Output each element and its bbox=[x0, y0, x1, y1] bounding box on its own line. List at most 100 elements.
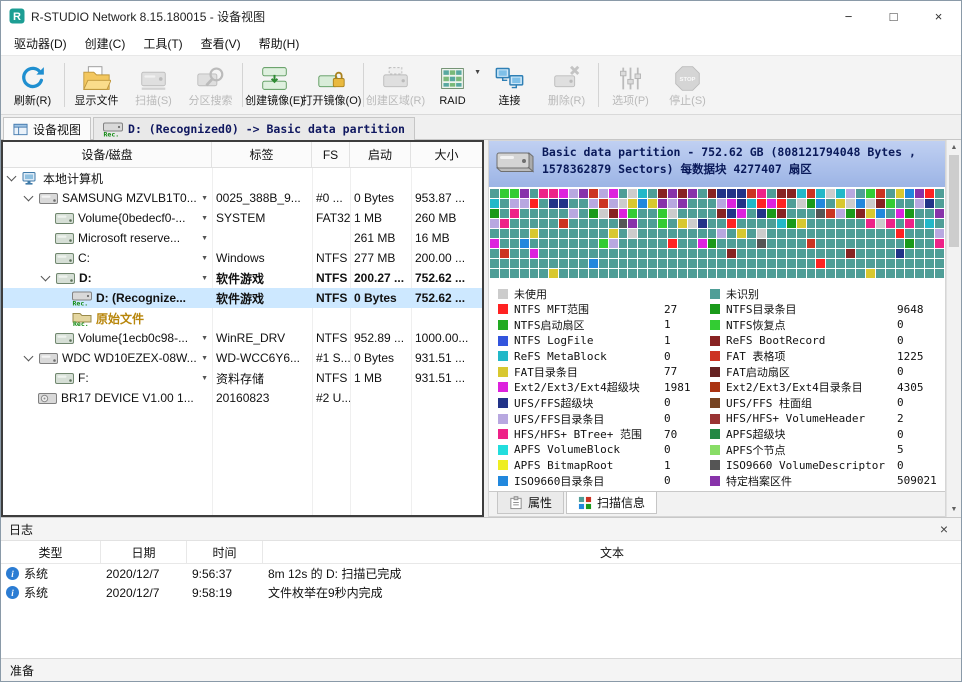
log-close-icon[interactable]: × bbox=[935, 521, 953, 537]
scroll-down-icon[interactable]: ▼ bbox=[947, 502, 961, 517]
tree-column-header-3[interactable]: 启动 bbox=[350, 142, 411, 167]
tree-row-7[interactable]: Rec.D: (Recognize...软件游戏NTFS0 Bytes752.6… bbox=[3, 288, 482, 308]
tree-cell-start: 952.89 ... bbox=[350, 328, 411, 348]
legend-swatch-icon bbox=[710, 336, 720, 346]
legend-count: 0 bbox=[897, 396, 943, 409]
menu-item-5[interactable]: 帮助(H) bbox=[250, 32, 309, 55]
expand-chevron-icon[interactable] bbox=[24, 192, 34, 202]
scan-block-cell bbox=[668, 209, 677, 218]
scan-block-cell bbox=[490, 239, 499, 248]
row-dropdown-icon[interactable]: ▼ bbox=[198, 275, 211, 282]
tree-row-12[interactable]: BR17 DEVICE V1.00 1...20160823#2 U... bbox=[3, 388, 482, 408]
row-dropdown-icon[interactable]: ▼ bbox=[198, 235, 211, 242]
toolbar-button-partition-search[interactable]: 分区搜索 bbox=[182, 58, 239, 112]
row-dropdown-icon[interactable]: ▼ bbox=[198, 195, 211, 202]
toolbar-button-stop[interactable]: STOP停止(S) bbox=[659, 58, 716, 112]
log-column-header-2[interactable]: 时间 bbox=[187, 541, 263, 563]
tree-cell-start: 0 Bytes bbox=[350, 188, 411, 208]
svg-text:Rec.: Rec. bbox=[73, 319, 89, 325]
log-row-2[interactable]: i系统2020/12/79:58:19文件枚举在9秒内完成 bbox=[1, 583, 961, 602]
tree-column-header-2[interactable]: FS bbox=[312, 142, 350, 167]
right-tab-label: 属性 bbox=[528, 494, 552, 511]
toolbar-button-raid[interactable]: RAID▼ bbox=[424, 58, 481, 112]
tab-1[interactable]: 设备视图 bbox=[3, 117, 91, 140]
scan-block-cell bbox=[678, 209, 687, 218]
scan-block-cell bbox=[856, 249, 865, 258]
right-tab-1[interactable]: 属性 bbox=[497, 492, 564, 514]
expand-chevron-icon[interactable] bbox=[41, 272, 51, 282]
tree-row-2[interactable]: SAMSUNG MZVLB1T0...▼0025_388B_9...#0 ...… bbox=[3, 188, 482, 208]
menu-item-1[interactable]: 驱动器(D) bbox=[5, 32, 76, 55]
tree-row-3[interactable]: Volume{0bedecf0-...▼SYSTEMFAT321 MB260 M… bbox=[3, 208, 482, 228]
scrollbar-track[interactable] bbox=[947, 247, 961, 502]
tree-cell-label bbox=[212, 308, 312, 328]
row-dropdown-icon[interactable]: ▼ bbox=[198, 375, 211, 382]
menu-item-3[interactable]: 工具(T) bbox=[134, 32, 191, 55]
toolbar-button-create-image[interactable]: 创建镜像(E) bbox=[246, 58, 303, 112]
menu-item-2[interactable]: 创建(C) bbox=[76, 32, 135, 55]
tree-row-8[interactable]: Rec.原始文件 bbox=[3, 308, 482, 328]
vertical-scrollbar[interactable]: ▲ ▼ bbox=[946, 140, 961, 517]
tree-row-1[interactable]: 本地计算机 bbox=[3, 168, 482, 188]
tab-2[interactable]: Rec.D: (Recognized0) -> Basic data parti… bbox=[93, 117, 415, 140]
scrollbar-thumb[interactable] bbox=[949, 155, 959, 247]
row-dropdown-icon[interactable]: ▼ bbox=[198, 355, 211, 362]
log-column-header-0[interactable]: 类型 bbox=[1, 541, 101, 563]
scan-block-cell bbox=[886, 209, 895, 218]
expand-chevron-icon[interactable] bbox=[24, 352, 34, 362]
scan-block-cell bbox=[717, 209, 726, 218]
scan-block-cell bbox=[520, 209, 529, 218]
row-dropdown-icon[interactable]: ▼ bbox=[198, 255, 211, 262]
dropdown-arrow-icon[interactable]: ▼ bbox=[474, 69, 481, 76]
legend-label: UFS/FFS超级块 bbox=[514, 395, 664, 411]
log-row-1[interactable]: i系统2020/12/79:56:378m 12s 的 D: 扫描已完成 bbox=[1, 564, 961, 583]
scan-block-cell bbox=[777, 269, 786, 278]
log-column-header-1[interactable]: 日期 bbox=[101, 541, 187, 563]
scan-block-cell bbox=[935, 249, 944, 258]
scan-blockmap[interactable] bbox=[489, 187, 945, 279]
toolbar-button-options[interactable]: 选项(P) bbox=[602, 58, 659, 112]
close-button[interactable]: × bbox=[916, 1, 961, 31]
cdrom-icon bbox=[38, 392, 57, 405]
scan-block-cell bbox=[619, 189, 628, 198]
toolbar-button-refresh[interactable]: 刷新(R) bbox=[4, 58, 61, 112]
toolbar-button-show-files[interactable]: 显示文件 bbox=[68, 58, 125, 112]
scan-block-cell bbox=[609, 209, 618, 218]
tree-row-11[interactable]: F:▼资料存储NTFS1 MB931.51 ... bbox=[3, 368, 482, 388]
row-dropdown-icon[interactable]: ▼ bbox=[198, 215, 211, 222]
legend-count: 0 bbox=[897, 459, 943, 472]
toolbar-button-connect[interactable]: 连接 bbox=[481, 58, 538, 112]
toolbar-button-open-image[interactable]: 打开镜像(O) bbox=[303, 58, 360, 112]
tree-item-label: SAMSUNG MZVLB1T0... bbox=[62, 191, 197, 205]
toolbar-button-scan[interactable]: 扫描(S) bbox=[125, 58, 182, 112]
tree-row-10[interactable]: WDC WD10EZEX-08W...▼WD-WCC6Y6...#1 S...0… bbox=[3, 348, 482, 368]
menu-item-4[interactable]: 查看(V) bbox=[192, 32, 250, 55]
toolbar-button-create-region[interactable]: 创建区域(R) bbox=[367, 58, 424, 112]
tree-cell-label bbox=[212, 168, 312, 188]
tree-column-header-1[interactable]: 标签 bbox=[212, 142, 312, 167]
log-column-header-3[interactable]: 文本 bbox=[263, 541, 961, 563]
scan-block-cell bbox=[658, 189, 667, 198]
tree-row-6[interactable]: D:▼软件游戏NTFS200.27 ...752.62 ... bbox=[3, 268, 482, 288]
properties-icon bbox=[509, 496, 523, 510]
tree-row-4[interactable]: Microsoft reserve...▼261 MB16 MB bbox=[3, 228, 482, 248]
scan-block-cell bbox=[678, 219, 687, 228]
scan-block-cell bbox=[905, 259, 914, 268]
expand-chevron-icon[interactable] bbox=[7, 172, 17, 182]
scroll-up-icon[interactable]: ▲ bbox=[947, 140, 961, 155]
tree-row-5[interactable]: C:▼WindowsNTFS277 MB200.00 ... bbox=[3, 248, 482, 268]
row-dropdown-icon[interactable]: ▼ bbox=[198, 335, 211, 342]
tree-cell-label: 软件游戏 bbox=[212, 268, 312, 288]
scan-block-cell bbox=[737, 229, 746, 238]
tree-cell-start: 0 Bytes bbox=[350, 288, 411, 308]
minimize-button[interactable]: − bbox=[826, 1, 871, 31]
scan-block-cell bbox=[717, 249, 726, 258]
tree-row-9[interactable]: Volume{1ecb0c98-...▼WinRE_DRVNTFS952.89 … bbox=[3, 328, 482, 348]
toolbar-button-delete[interactable]: 删除(R) bbox=[538, 58, 595, 112]
maximize-button[interactable]: □ bbox=[871, 1, 916, 31]
scan-block-cell bbox=[747, 259, 756, 268]
log-type-label: 系统 bbox=[24, 565, 48, 582]
right-tab-2[interactable]: 扫描信息 bbox=[566, 492, 657, 514]
tree-column-header-4[interactable]: 大小 bbox=[411, 142, 482, 167]
tree-column-header-0[interactable]: 设备/磁盘 bbox=[3, 142, 212, 167]
